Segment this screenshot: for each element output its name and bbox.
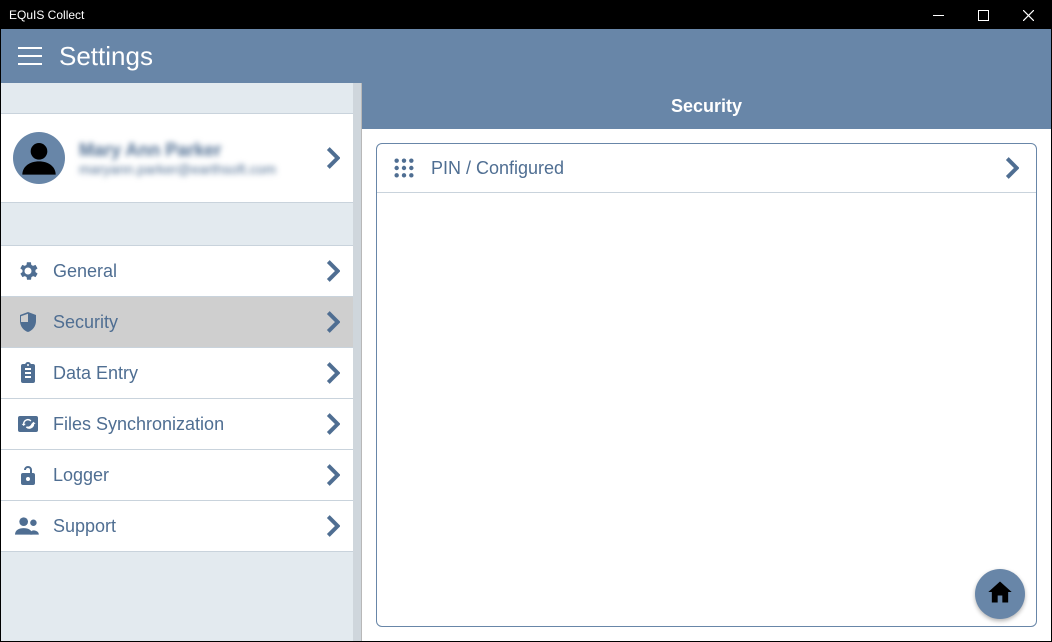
app-window: EQuIS Collect Settings	[0, 0, 1052, 642]
titlebar: EQuIS Collect	[1, 1, 1051, 29]
profile-text: Mary Ann Parker maryann.parker@earthsoft…	[79, 140, 321, 177]
sidebar-item-label: Data Entry	[53, 363, 321, 384]
chevron-right-icon	[321, 464, 345, 486]
sidebar-item-support[interactable]: Support	[1, 501, 353, 552]
sidebar-item-label: Files Synchronization	[53, 414, 321, 435]
sidebar-item-security[interactable]: Security	[1, 297, 353, 348]
profile-email: maryann.parker@earthsoft.com	[79, 161, 321, 177]
sync-icon	[13, 412, 43, 436]
chevron-right-icon	[1000, 157, 1024, 179]
shield-icon	[13, 310, 43, 334]
chevron-right-icon	[321, 260, 345, 282]
sidebar-spacer	[1, 203, 361, 245]
sidebar-item-label: Support	[53, 516, 321, 537]
minimize-button[interactable]	[916, 1, 961, 29]
settings-card: PIN / Configured	[376, 143, 1037, 627]
chevron-right-icon	[321, 362, 345, 384]
chevron-right-icon	[321, 311, 345, 333]
profile-name: Mary Ann Parker	[79, 140, 321, 161]
gear-icon	[13, 259, 43, 283]
sidebar-item-data-entry[interactable]: Data Entry	[1, 348, 353, 399]
app-header: Settings	[1, 29, 1051, 83]
sidebar-item-files-sync[interactable]: Files Synchronization	[1, 399, 353, 450]
maximize-button[interactable]	[961, 1, 1006, 29]
window-title: EQuIS Collect	[1, 8, 916, 22]
avatar	[13, 132, 65, 184]
keypad-icon	[389, 157, 419, 179]
sidebar-item-label: Logger	[53, 465, 321, 486]
home-icon	[986, 578, 1014, 611]
content-area: Mary Ann Parker maryann.parker@earthsoft…	[1, 83, 1051, 641]
menu-button[interactable]	[15, 41, 45, 71]
close-button[interactable]	[1006, 1, 1051, 29]
sidebar-item-logger[interactable]: Logger	[1, 450, 353, 501]
chevron-right-icon	[321, 515, 345, 537]
main-body: PIN / Configured	[362, 129, 1051, 641]
chevron-right-icon	[321, 147, 345, 169]
main-pane: Security PIN / Configured	[362, 83, 1051, 641]
main-title: Security	[362, 83, 1051, 129]
people-icon	[13, 514, 43, 538]
pin-label: PIN / Configured	[431, 158, 564, 179]
clipboard-icon	[13, 361, 43, 385]
page-title: Settings	[59, 41, 153, 72]
profile-item[interactable]: Mary Ann Parker maryann.parker@earthsoft…	[1, 113, 353, 203]
window-controls	[916, 1, 1051, 29]
chevron-right-icon	[321, 413, 345, 435]
sidebar: Mary Ann Parker maryann.parker@earthsoft…	[1, 83, 362, 641]
sidebar-item-label: General	[53, 261, 321, 282]
lock-open-icon	[13, 463, 43, 487]
sidebar-item-general[interactable]: General	[1, 245, 353, 297]
pin-item[interactable]: PIN / Configured	[377, 144, 1036, 193]
home-button[interactable]	[975, 569, 1025, 619]
sidebar-item-label: Security	[53, 312, 321, 333]
sidebar-scrollbar[interactable]	[353, 83, 361, 641]
